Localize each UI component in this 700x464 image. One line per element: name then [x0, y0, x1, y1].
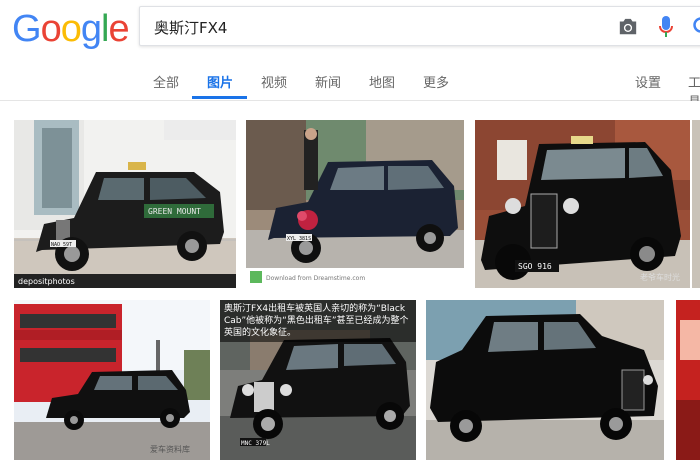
image-results-grid: GREEN MOUNT NAO 59T depositphotos XYL 38… — [0, 101, 700, 464]
taxi-photo-3: SGO 916 老爷车时光 — [475, 120, 690, 288]
image-result-4[interactable]: 爱车资料库 — [14, 300, 210, 460]
taxi-photo-4: 爱车资料库 — [14, 300, 210, 460]
image-result-7[interactable] — [676, 300, 700, 460]
tab-more[interactable]: 更多 — [423, 72, 449, 91]
watermark-text: 爱车资料库 — [150, 444, 190, 454]
microphone-icon[interactable] — [658, 15, 674, 39]
plate-text: SGO 916 — [518, 262, 552, 271]
image-result-5[interactable]: MNC 379L 奥斯汀FX4出租车被英国人亲切的称为“Black Cab”他被… — [220, 300, 416, 460]
plate-text: MNC 379L — [241, 440, 270, 447]
active-tab-indicator — [192, 96, 247, 99]
camera-icon[interactable] — [617, 17, 639, 37]
tab-all[interactable]: 全部 — [153, 72, 179, 91]
partial-photo — [692, 120, 700, 288]
google-logo[interactable]: Google — [12, 9, 130, 49]
image-result-1[interactable]: GREEN MOUNT NAO 59T depositphotos — [14, 120, 236, 288]
tab-bar: 全部 图片 视频 新闻 地图 更多 设置 工具 — [0, 60, 700, 110]
tab-images[interactable]: 图片 — [207, 72, 233, 91]
search-icon[interactable] — [692, 16, 700, 38]
image-caption: 奥斯汀FX4出租车被英国人亲切的称为“Black Cab”他被称为“黑色出租车”… — [220, 300, 416, 342]
search-input[interactable] — [154, 15, 594, 39]
image-result-2[interactable]: XYL 381S Download from Dreamstime.com — [246, 120, 464, 288]
taxi-photo-6 — [426, 300, 664, 460]
watermark-text: depositphotos — [18, 277, 75, 286]
taxi-side-sign: GREEN MOUNT — [148, 207, 201, 216]
tab-videos[interactable]: 视频 — [261, 72, 287, 91]
tab-maps[interactable]: 地图 — [369, 72, 395, 91]
watermark-text: 老爷车时光 — [640, 272, 680, 282]
image-result-partial[interactable] — [692, 120, 700, 288]
plate-text: XYL 381S — [287, 236, 311, 242]
taxi-photo-2: XYL 381S Download from Dreamstime.com — [246, 120, 464, 288]
watermark-text: Download from Dreamstime.com — [266, 275, 365, 282]
search-box — [139, 6, 700, 46]
partial-photo — [676, 300, 700, 460]
image-result-3[interactable]: SGO 916 老爷车时光 — [475, 120, 690, 288]
tab-settings[interactable]: 设置 — [635, 72, 661, 91]
header: Google 全部 图片 视频 新闻 地图 更多 设置 工具 — [0, 0, 700, 110]
plate-text: NAO 59T — [51, 242, 72, 248]
image-result-6[interactable] — [426, 300, 664, 460]
taxi-photo-1: GREEN MOUNT NAO 59T depositphotos — [14, 120, 236, 288]
tab-news[interactable]: 新闻 — [315, 72, 341, 91]
